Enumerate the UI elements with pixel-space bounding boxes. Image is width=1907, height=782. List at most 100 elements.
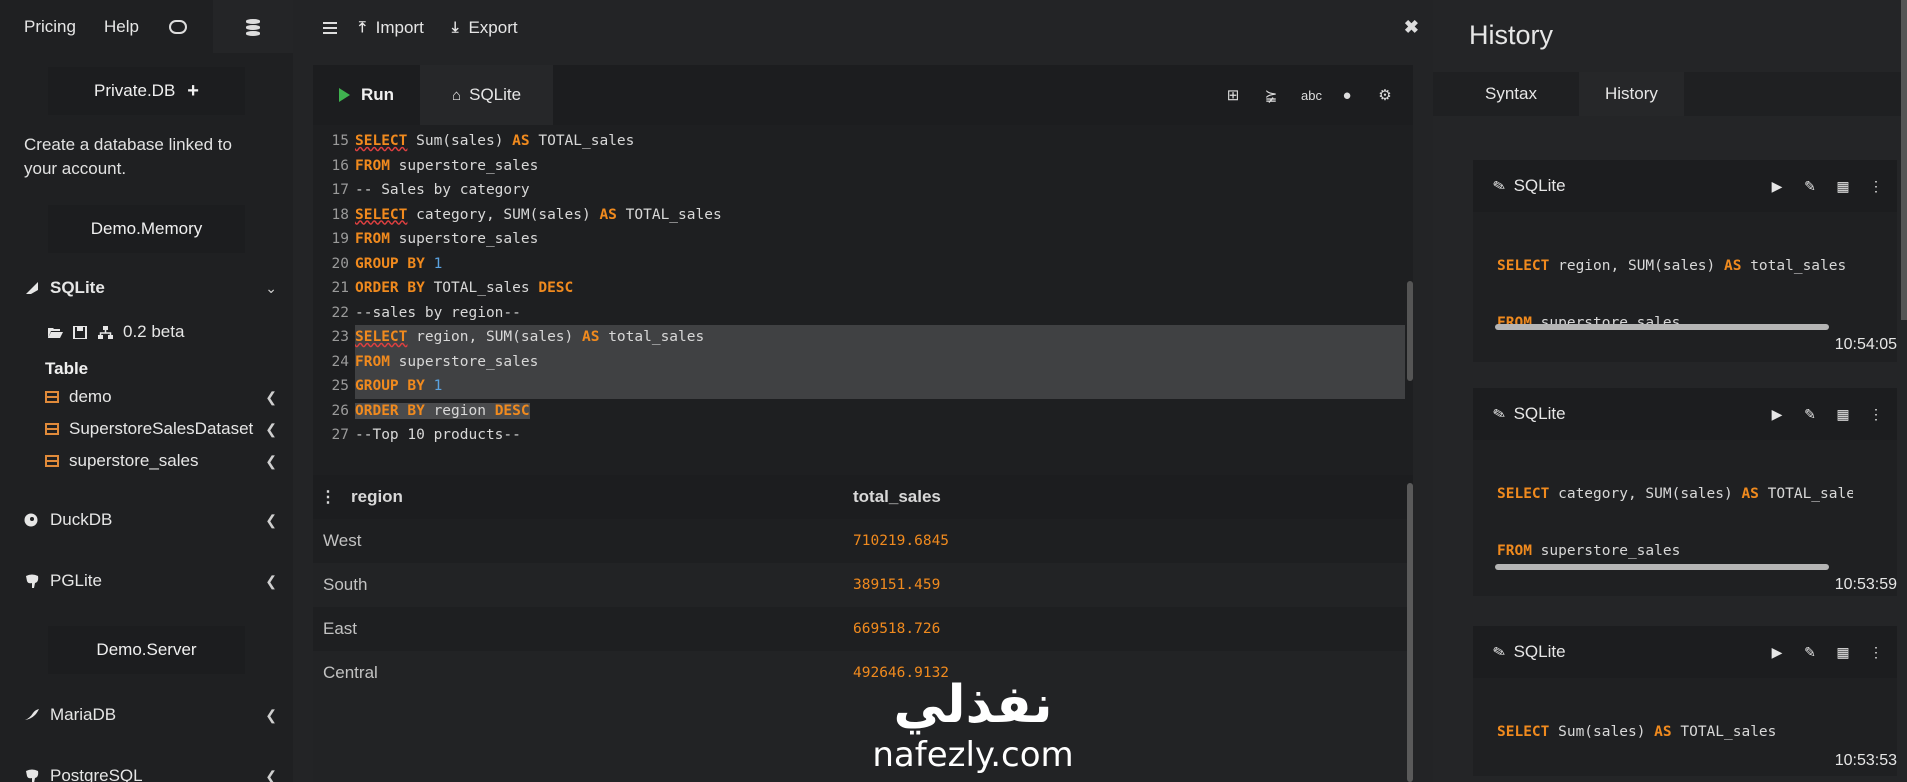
folder-open-icon[interactable]: [48, 326, 63, 339]
history-scrollbar[interactable]: [1495, 324, 1829, 330]
grid-icon[interactable]: ▦: [1836, 178, 1850, 195]
duckdb-label: DuckDB: [50, 510, 113, 529]
user-icon[interactable]: ●: [1339, 87, 1355, 104]
table-item[interactable]: demo ❮: [0, 381, 293, 413]
gear-icon[interactable]: ⚙: [1377, 86, 1393, 104]
results-header: ⋮ region total_sales: [313, 475, 1413, 519]
spellcheck-icon[interactable]: abc: [1301, 88, 1322, 103]
export-label: Export: [468, 17, 518, 37]
pricing-link[interactable]: Pricing: [0, 17, 88, 37]
plus-icon[interactable]: +: [187, 80, 199, 103]
history-list: ✎ SQLite ▶ ✎ ▦ ⋮ SELECT region, SUM(sale…: [1473, 160, 1897, 782]
history-card-header: ✎ SQLite ▶ ✎ ▦ ⋮: [1473, 626, 1897, 678]
code-line: 18 SELECT category, SUM(sales) AS TOTAL_s…: [331, 206, 722, 223]
cell-region: Central: [323, 663, 378, 682]
download-icon: ⤓: [451, 19, 459, 36]
page-scrollbar[interactable]: [1901, 0, 1907, 320]
demo-memory-header: Demo.Memory: [48, 205, 245, 253]
pencil-icon: ✎: [1491, 404, 1508, 425]
export-button[interactable]: ⤓ Export: [452, 18, 518, 38]
editor-scrollbar[interactable]: [1407, 281, 1413, 381]
code-line: 24 FROM superstore_sales: [331, 353, 539, 370]
edit-icon[interactable]: ✎: [1803, 406, 1817, 423]
sidebar-item-postgresql[interactable]: PostgreSQL ❮: [0, 761, 293, 782]
sqlite-tools: 0.2 beta: [0, 317, 293, 347]
sidebar-item-pglite[interactable]: PGLite ❮: [0, 566, 293, 596]
code-editor[interactable]: 15 SELECT Sum(sales) AS TOTAL_sales 16 FRO…: [313, 125, 1413, 471]
chevron-left-icon[interactable]: ❮: [265, 512, 277, 529]
private-db-label: Private.DB: [94, 81, 176, 100]
run-button[interactable]: Run: [313, 65, 420, 125]
play-icon[interactable]: ▶: [1770, 178, 1784, 195]
save-icon[interactable]: [73, 325, 88, 339]
sidebar-item-mariadb[interactable]: MariaDB ❮: [0, 700, 293, 730]
column-header[interactable]: total_sales: [853, 487, 941, 507]
edit-icon[interactable]: ✎: [1803, 178, 1817, 195]
kebab-menu-icon[interactable]: ⋮: [1869, 406, 1883, 423]
main-toolbar: ⤒ Import ⤓ Export ✖: [293, 0, 1433, 55]
table-row: South 389151.459: [313, 563, 1413, 607]
play-icon[interactable]: ▶: [1770, 644, 1784, 661]
chevron-left-icon[interactable]: ❮: [265, 573, 277, 590]
chevron-left-icon[interactable]: ❮: [265, 707, 277, 724]
import-button[interactable]: ⤒ Import: [359, 18, 424, 38]
pencil-icon: ✎: [1491, 176, 1508, 197]
watermark-arabic: نفذلي: [893, 675, 1053, 735]
kebab-menu-icon[interactable]: ⋮: [313, 487, 343, 507]
play-icon[interactable]: ▶: [1770, 406, 1784, 423]
cell-total-sales: 669518.726: [853, 621, 941, 637]
add-square-icon[interactable]: ⊞: [1225, 86, 1241, 104]
menu-icon[interactable]: [323, 21, 337, 34]
history-card: ✎ SQLite ▶ ✎ ▦ ⋮ SELECT region, SUM(sale…: [1473, 160, 1897, 362]
close-icon[interactable]: ✖: [1404, 17, 1419, 38]
chevron-down-icon[interactable]: ⌄: [265, 280, 277, 297]
history-card: ✎ SQLite ▶ ✎ ▦ ⋮ SELECT Sum(sales) AS TO…: [1473, 626, 1897, 776]
database-button[interactable]: [213, 0, 293, 53]
history-card: ✎ SQLite ▶ ✎ ▦ ⋮ SELECT category, SUM(sa…: [1473, 388, 1897, 596]
share-icon[interactable]: ⪶: [1263, 86, 1279, 104]
code-line: 26 ORDER BY region DESC: [331, 402, 530, 419]
kebab-menu-icon[interactable]: ⋮: [1869, 178, 1883, 195]
chevron-left-icon[interactable]: ❮: [265, 453, 277, 470]
history-query[interactable]: SELECT Sum(sales) AS TOTAL_sales FROM su…: [1473, 678, 1897, 742]
history-card-header: ✎ SQLite ▶ ✎ ▦ ⋮: [1473, 160, 1897, 212]
sqlite-label: SQLite: [50, 278, 105, 297]
chevron-left-icon[interactable]: ❮: [265, 389, 277, 406]
history-query[interactable]: SELECT region, SUM(sales) AS total_sales…: [1473, 212, 1897, 324]
edit-icon[interactable]: ✎: [1803, 644, 1817, 661]
history-time: 10:53:53: [1834, 752, 1897, 769]
code-line: 19 FROM superstore_sales: [331, 231, 539, 248]
chevron-left-icon[interactable]: ❮: [265, 768, 277, 782]
import-label: Import: [375, 17, 424, 37]
table-icon: [45, 423, 59, 435]
history-time: 10:54:05: [1834, 336, 1897, 353]
app-root: Pricing Help Private.DB + Create a datab…: [0, 0, 1907, 782]
results-scrollbar[interactable]: [1407, 483, 1413, 782]
table-item[interactable]: superstore_sales ❮: [0, 445, 293, 477]
history-scrollbar[interactable]: [1495, 564, 1829, 570]
help-link[interactable]: Help: [88, 17, 151, 37]
column-header[interactable]: region: [343, 487, 853, 507]
table-icon: [45, 455, 59, 467]
chat-icon[interactable]: [168, 19, 187, 34]
cell-total-sales: 389151.459: [853, 577, 941, 593]
history-time: 10:53:59: [1834, 576, 1897, 593]
tab-sqlite[interactable]: ⌂ SQLite: [420, 65, 554, 125]
code-line: 17 -- Sales by category: [331, 182, 530, 199]
tab-history[interactable]: History: [1578, 72, 1684, 116]
history-query[interactable]: SELECT category, SUM(sales) AS TOTAL_sal…: [1473, 440, 1897, 560]
kebab-menu-icon[interactable]: ⋮: [1869, 644, 1883, 661]
private-db-header[interactable]: Private.DB +: [48, 67, 245, 115]
sidebar-item-duckdb[interactable]: DuckDB ❮: [0, 505, 293, 535]
history-title: History: [1469, 20, 1554, 50]
code-line: 21 ORDER BY TOTAL_sales DESC: [331, 280, 574, 297]
pglite-label: PGLite: [50, 571, 102, 590]
sitemap-icon[interactable]: [98, 325, 113, 339]
tab-syntax[interactable]: Syntax: [1457, 72, 1565, 116]
chevron-left-icon[interactable]: ❮: [265, 421, 277, 438]
table-item[interactable]: SuperstoreSalesDataset ❮: [0, 413, 293, 445]
grid-icon[interactable]: ▦: [1836, 406, 1850, 423]
history-card-actions: ▶ ✎ ▦ ⋮: [1751, 644, 1897, 661]
sidebar-item-sqlite[interactable]: SQLite ⌄: [0, 273, 293, 303]
grid-icon[interactable]: ▦: [1836, 644, 1850, 661]
